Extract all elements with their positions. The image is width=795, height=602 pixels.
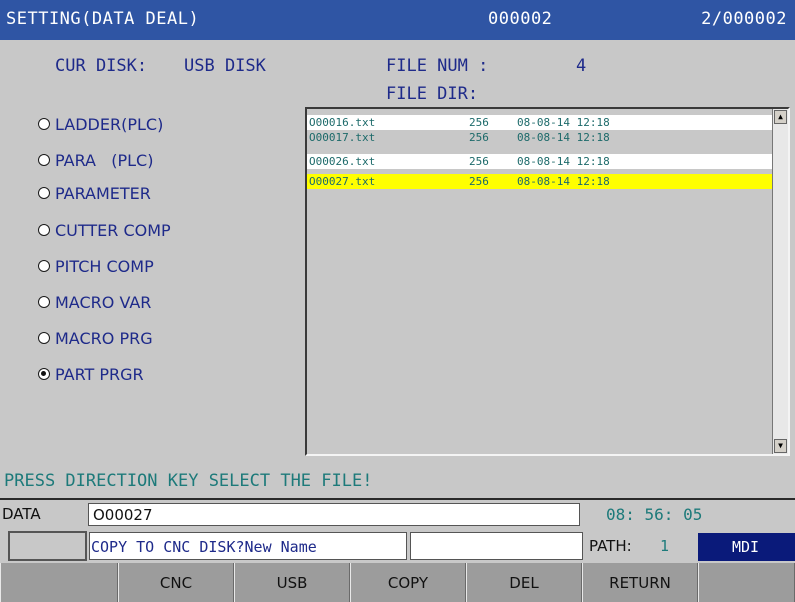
data-input[interactable]: O00027 [88,503,580,526]
mode-badge: MDI [698,533,795,561]
file-name: O00026.txt [309,155,376,168]
file-size: 256 [469,155,489,168]
copy-message-field: COPY TO CNC DISK?New Name [89,532,407,560]
radio-circle-icon [38,154,50,166]
screen-title: SETTING(DATA DEAL) [6,9,200,29]
file-row-selected[interactable]: O00027.txt 256 08-08-14 12:18 [307,174,773,189]
cur-disk-value: USB DISK [184,56,266,76]
file-date: 08-08-14 12:18 [517,131,610,144]
program-number: 000002 [488,9,553,29]
softkey-copy[interactable]: COPY [350,563,466,602]
file-date: 08-08-14 12:18 [517,116,610,129]
file-name: O00016.txt [309,116,376,129]
file-size: 256 [469,175,489,188]
data-row: DATA O00027 08: 56: 05 [0,498,795,528]
file-row[interactable]: O00017.txt 256 08-08-14 12:18 [307,130,773,145]
scroll-up-arrow-icon[interactable]: ▲ [774,110,787,124]
copy-message: COPY TO CNC DISK?New Name [91,538,317,556]
softkey-bar: CNC USB COPY DEL RETURN [0,563,795,602]
radio-circle-icon [38,260,50,272]
file-name: O00027.txt [309,175,376,188]
radio-circle-icon [38,224,50,236]
file-row[interactable]: O00016.txt 256 08-08-14 12:18 [307,115,773,130]
option-ladder-plc[interactable]: LADDER(PLC) [38,112,163,136]
file-dir-label: FILE DIR: [386,84,479,104]
softkey-blank-right[interactable] [698,563,795,602]
status-cell-empty [8,531,87,561]
softkey-del[interactable]: DEL [466,563,582,602]
file-size: 256 [469,131,489,144]
option-cutter-comp[interactable]: CUTTER COMP [38,218,171,242]
file-num-value: 4 [576,56,587,76]
radio-circle-icon [38,187,50,199]
status-field-empty [410,532,583,560]
file-num-label: FILE NUM : [386,56,489,76]
file-row[interactable]: O00026.txt 256 08-08-14 12:18 [307,154,773,169]
clock: 08: 56: 05 [606,505,703,524]
radio-circle-icon [38,296,50,308]
radio-selected-icon [38,368,50,380]
data-input-value: O00027 [93,506,153,524]
mode-text: MDI [732,538,760,556]
softkey-cnc[interactable]: CNC [118,563,234,602]
file-date: 08-08-14 12:18 [517,155,610,168]
data-label: DATA [2,505,41,523]
cur-disk-label: CUR DISK: [55,56,148,76]
option-para-plc[interactable]: PARA (PLC) [38,148,153,172]
file-size: 256 [469,116,489,129]
path-label: PATH: [589,537,632,555]
softkey-return[interactable]: RETURN [582,563,698,602]
softkey-blank-left[interactable] [0,563,118,602]
option-macro-var[interactable]: MACRO VAR [38,290,151,314]
file-date: 08-08-14 12:18 [517,175,610,188]
file-name: O00017.txt [309,131,376,144]
path-value: 1 [660,537,670,555]
radio-circle-icon [38,332,50,344]
option-pitch-comp[interactable]: PITCH COMP [38,254,154,278]
radio-circle-icon [38,118,50,130]
option-parameter[interactable]: PARAMETER [38,181,151,205]
option-part-prgr[interactable]: PART PRGR [38,362,144,386]
file-list[interactable]: O00016.txt 256 08-08-14 12:18 O00017.txt… [305,107,790,456]
file-list-scrollbar[interactable]: ▲ ▼ [772,109,788,454]
prompt-message: PRESS DIRECTION KEY SELECT THE FILE! [4,471,373,491]
option-macro-prg[interactable]: MACRO PRG [38,326,153,350]
scroll-down-arrow-icon[interactable]: ▼ [774,439,787,453]
softkey-usb[interactable]: USB [234,563,350,602]
title-bar: SETTING(DATA DEAL) 000002 2/000002 [0,0,795,40]
page-indicator: 2/000002 [701,9,787,29]
